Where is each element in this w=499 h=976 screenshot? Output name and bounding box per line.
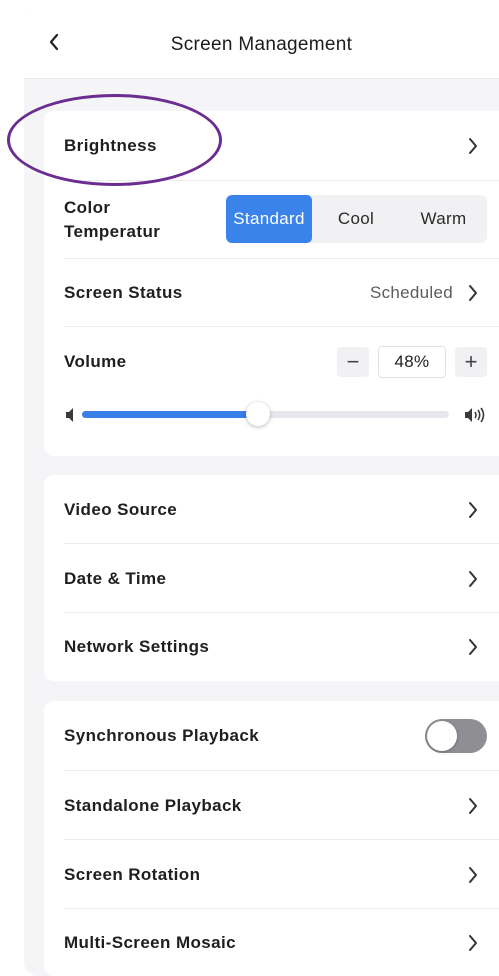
volume-stepper: − 48% +	[337, 346, 487, 378]
general-settings-card: Video Source Date & Time Network Setting…	[44, 475, 499, 681]
screen-rotation-row[interactable]: Screen Rotation	[64, 840, 499, 909]
chevron-right-icon	[469, 866, 477, 883]
network-settings-row[interactable]: Network Settings	[64, 613, 499, 681]
volume-row: Volume − 48% +	[64, 327, 499, 397]
chevron-right-icon	[469, 501, 477, 518]
multi-screen-mosaic-label: Multi-Screen Mosaic	[64, 932, 236, 952]
color-temperature-segmented-control: Standard Cool Warm	[226, 195, 487, 243]
synchronous-playback-toggle[interactable]	[425, 719, 487, 753]
volume-slider[interactable]	[44, 400, 487, 430]
volume-slider-fill	[82, 411, 259, 418]
volume-slider-track[interactable]	[82, 402, 449, 426]
video-source-label: Video Source	[64, 499, 178, 519]
chevron-right-icon	[469, 797, 477, 814]
multi-screen-mosaic-row[interactable]: Multi-Screen Mosaic	[64, 909, 499, 976]
screen-status-label: Screen Status	[64, 283, 183, 302]
volume-label: Volume	[64, 352, 127, 371]
speaker-low-icon	[66, 408, 73, 422]
date-time-label: Date & Time	[64, 568, 167, 588]
volume-increase-button[interactable]: +	[455, 347, 487, 377]
synchronous-playback-label: Synchronous Playback	[64, 726, 260, 745]
chevron-right-icon	[469, 934, 477, 951]
network-settings-label: Network Settings	[64, 637, 210, 656]
volume-value[interactable]: 48%	[378, 346, 446, 378]
speaker-high-icon	[465, 407, 485, 423]
volume-slider-thumb[interactable]	[246, 402, 271, 426]
chevron-right-icon	[469, 639, 477, 655]
color-temperature-label: Color Temperatur	[64, 198, 161, 241]
color-temp-warm-option[interactable]: Warm	[400, 195, 487, 243]
screen-status-value: Scheduled	[369, 283, 453, 302]
chevron-right-icon	[469, 285, 477, 301]
standalone-playback-label: Standalone Playback	[64, 795, 242, 815]
color-temp-standard-option[interactable]: Standard	[226, 195, 312, 243]
app-header: Screen Management	[24, 8, 499, 79]
brightness-label: Brightness	[64, 136, 157, 155]
chevron-right-icon	[469, 570, 477, 587]
toggle-knob	[427, 721, 457, 751]
screen-status-row[interactable]: Screen Status Scheduled	[64, 259, 499, 327]
screen-rotation-label: Screen Rotation	[64, 864, 201, 884]
phone-screen: Screen Management Brightness Color Tempe…	[24, 8, 499, 976]
page-title: Screen Management	[170, 34, 353, 55]
color-temperature-row: Color Temperatur Standard Cool Warm	[64, 181, 499, 259]
playback-settings-card: Synchronous Playback Standalone Playback…	[44, 701, 499, 976]
date-time-row[interactable]: Date & Time	[64, 544, 499, 613]
volume-decrease-button[interactable]: −	[337, 347, 369, 377]
synchronous-playback-row: Synchronous Playback	[64, 701, 499, 771]
color-temp-cool-option[interactable]: Cool	[312, 195, 400, 243]
brightness-row[interactable]: Brightness	[64, 111, 499, 181]
video-source-row[interactable]: Video Source	[64, 475, 499, 544]
chevron-right-icon	[469, 138, 477, 154]
standalone-playback-row[interactable]: Standalone Playback	[64, 771, 499, 840]
